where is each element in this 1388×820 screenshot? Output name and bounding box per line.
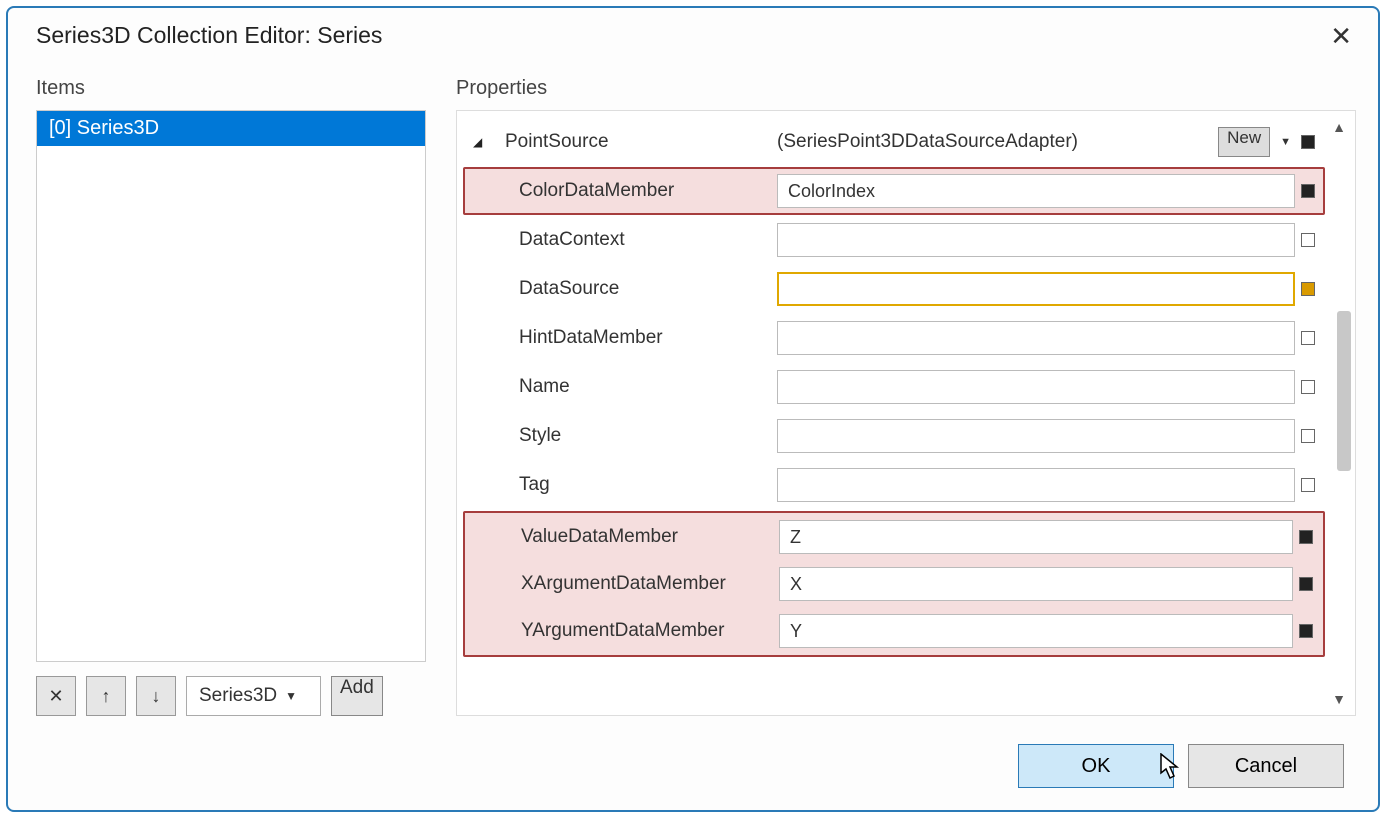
items-pane: Items [0] Series3D ✕ ↑ ↓ Series3D ▼ Add — [36, 77, 426, 716]
arrow-up-icon: ↑ — [102, 686, 111, 707]
collection-editor-dialog: Series3D Collection Editor: Series ✕ Ite… — [6, 6, 1380, 812]
move-down-button[interactable]: ↓ — [136, 676, 176, 716]
dialog-footer: OK Cancel — [8, 726, 1378, 810]
property-input[interactable] — [777, 468, 1295, 502]
property-input[interactable]: Y — [779, 614, 1293, 648]
scroll-up-icon[interactable]: ▲ — [1329, 119, 1349, 135]
property-input[interactable]: Z — [779, 520, 1293, 554]
property-marker-icon[interactable] — [1301, 331, 1315, 345]
cancel-button[interactable]: Cancel — [1188, 744, 1344, 788]
property-marker-icon[interactable] — [1301, 380, 1315, 394]
items-list[interactable]: [0] Series3D — [36, 110, 426, 662]
property-label: DataSource — [499, 278, 767, 300]
close-icon[interactable]: ✕ — [1326, 23, 1356, 49]
add-item-button[interactable]: Add — [331, 676, 383, 716]
new-button[interactable]: New — [1218, 127, 1270, 157]
collapse-icon[interactable]: ◢ — [473, 135, 489, 149]
scroll-down-icon[interactable]: ▼ — [1329, 691, 1349, 707]
property-group-highlighted: ValueDataMember Z XArgumentDataMember X — [463, 511, 1325, 657]
x-icon: ✕ — [48, 686, 63, 707]
property-label: DataContext — [499, 229, 767, 251]
property-row-name: Name — [463, 363, 1325, 411]
property-marker-icon[interactable] — [1299, 530, 1313, 544]
property-row-datasource: DataSource — [463, 265, 1325, 313]
property-label: XArgumentDataMember — [501, 573, 769, 595]
property-label: PointSource — [499, 131, 767, 153]
remove-item-button[interactable]: ✕ — [36, 676, 76, 716]
properties-grid: ◢ PointSource (SeriesPoint3DDataSourceAd… — [456, 110, 1356, 716]
property-row-style: Style — [463, 412, 1325, 460]
property-marker-icon[interactable] — [1301, 282, 1315, 296]
property-row-yargumentdatamember: YArgumentDataMember Y — [465, 608, 1323, 654]
property-label: Style — [499, 425, 767, 447]
property-label: Tag — [499, 474, 767, 496]
chevron-down-icon[interactable]: ▼ — [1276, 136, 1295, 148]
properties-heading: Properties — [456, 77, 1356, 100]
arrow-down-icon: ↓ — [152, 686, 161, 707]
property-row-datacontext: DataContext — [463, 216, 1325, 264]
ok-button[interactable]: OK — [1018, 744, 1174, 788]
property-marker-icon[interactable] — [1299, 624, 1313, 638]
property-marker-icon[interactable] — [1301, 184, 1315, 198]
items-heading: Items — [36, 77, 426, 100]
dialog-title: Series3D Collection Editor: Series — [36, 22, 382, 49]
property-input[interactable] — [777, 419, 1295, 453]
property-value: (SeriesPoint3DDataSourceAdapter) — [777, 131, 1212, 153]
property-label: ColorDataMember — [499, 180, 767, 202]
property-label: ValueDataMember — [501, 526, 769, 548]
move-up-button[interactable]: ↑ — [86, 676, 126, 716]
property-marker-icon[interactable] — [1301, 429, 1315, 443]
property-row-valuedatamember: ValueDataMember Z — [465, 514, 1323, 560]
scrollbar-thumb[interactable] — [1337, 311, 1351, 471]
item-type-dropdown[interactable]: Series3D ▼ — [186, 676, 321, 716]
property-input[interactable]: ColorIndex — [777, 174, 1295, 208]
property-marker-icon[interactable] — [1301, 478, 1315, 492]
items-toolbar: ✕ ↑ ↓ Series3D ▼ Add — [36, 676, 426, 716]
chevron-down-icon: ▼ — [285, 689, 297, 703]
property-row-hintdatamember: HintDataMember — [463, 314, 1325, 362]
property-marker-icon[interactable] — [1299, 577, 1313, 591]
item-type-label: Series3D — [199, 685, 277, 707]
property-marker-icon[interactable] — [1301, 135, 1315, 149]
property-input[interactable] — [777, 272, 1295, 306]
property-label: YArgumentDataMember — [501, 620, 769, 642]
titlebar: Series3D Collection Editor: Series ✕ — [8, 8, 1378, 55]
property-input[interactable] — [777, 321, 1295, 355]
property-row-colordatamember: ColorDataMember ColorIndex — [463, 167, 1325, 215]
property-row-tag: Tag — [463, 461, 1325, 509]
property-input[interactable] — [777, 223, 1295, 257]
dialog-body: Items [0] Series3D ✕ ↑ ↓ Series3D ▼ Add … — [8, 55, 1378, 726]
property-row-xargumentdatamember: XArgumentDataMember X — [465, 561, 1323, 607]
property-input[interactable]: X — [779, 567, 1293, 601]
list-item[interactable]: [0] Series3D — [37, 111, 425, 146]
property-label: HintDataMember — [499, 327, 767, 349]
property-input[interactable] — [777, 370, 1295, 404]
property-row-pointsource: ◢ PointSource (SeriesPoint3DDataSourceAd… — [463, 118, 1325, 166]
property-label: Name — [499, 376, 767, 398]
properties-pane: Properties ◢ PointSource (SeriesPoint3DD… — [456, 77, 1356, 716]
property-marker-icon[interactable] — [1301, 233, 1315, 247]
